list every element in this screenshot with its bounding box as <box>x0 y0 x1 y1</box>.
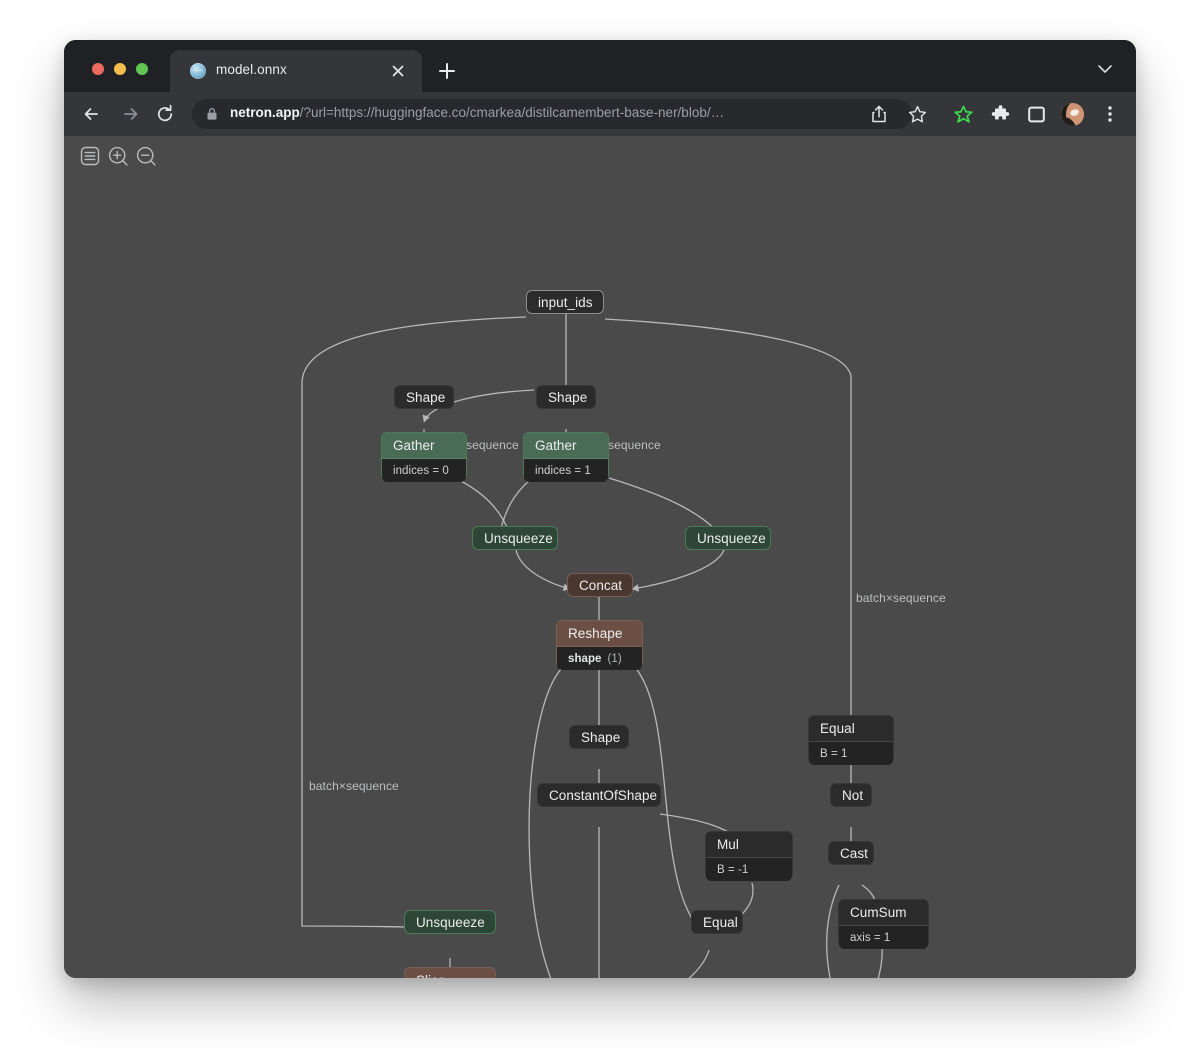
node-title: Equal <box>809 716 893 742</box>
edge-label: batch×sequence <box>309 779 399 793</box>
browser-tab[interactable]: model.onnx <box>170 50 422 92</box>
node-attribute: indices = 1 <box>524 459 608 482</box>
share-icon[interactable] <box>870 104 888 124</box>
chevron-down-icon[interactable] <box>1096 62 1114 76</box>
graph-node-mul-middle[interactable]: Mul B = -1 <box>705 831 793 881</box>
node-title: Gather <box>524 433 608 459</box>
edge-label: batch×sequence <box>856 591 946 605</box>
graph-node-reshape[interactable]: Reshape shape (1) <box>556 620 643 670</box>
graph-node-cumsum[interactable]: CumSum axis = 1 <box>838 899 929 949</box>
graph-node-input_ids[interactable]: input_ids <box>526 290 604 314</box>
browser-window: model.onnx netron.app/?url=https://huggi… <box>64 40 1136 978</box>
window-close-button[interactable] <box>92 63 104 75</box>
node-attribute-name: shape <box>568 652 602 665</box>
node-title: Unsqueeze <box>697 530 766 546</box>
avatar[interactable] <box>1061 103 1084 126</box>
graph-node-shape-right[interactable]: Shape <box>536 385 596 409</box>
graph-node-concat[interactable]: Concat <box>567 573 633 597</box>
lock-icon <box>206 107 218 121</box>
node-attribute: axis = 1 <box>839 926 928 949</box>
url-host: netron.app <box>230 105 300 120</box>
puzzle-extension-icon[interactable] <box>991 105 1010 124</box>
forward-arrow-icon[interactable] <box>118 101 144 127</box>
window-maximize-button[interactable] <box>136 63 148 75</box>
graph-node-gather-right[interactable]: Gather indices = 1 <box>523 432 609 482</box>
kebab-menu-icon[interactable] <box>1100 103 1120 125</box>
node-title: ConstantOfShape <box>549 787 658 803</box>
node-title: Mul <box>706 832 792 858</box>
node-attribute: shape (1) <box>557 647 642 670</box>
node-title: Unsqueeze <box>416 914 485 930</box>
graph-node-shape-middle[interactable]: Shape <box>569 725 629 749</box>
node-title: Reshape <box>557 621 642 647</box>
graph-node-cast[interactable]: Cast <box>828 841 874 865</box>
tab-strip: model.onnx <box>64 40 1136 92</box>
star-icon[interactable] <box>908 105 927 124</box>
node-title: Shape <box>548 389 588 405</box>
node-attribute-shape: (1) <box>607 652 622 665</box>
graph-node-equal-right[interactable]: Equal B = 1 <box>808 715 894 765</box>
graph-node-unsqueeze-right[interactable]: Unsqueeze <box>685 526 771 550</box>
node-title: CumSum <box>839 900 928 926</box>
green-star-extension-icon[interactable] <box>954 105 973 124</box>
address-bar[interactable]: netron.app/?url=https://huggingface.co/c… <box>192 99 912 129</box>
node-title: input_ids <box>538 294 593 310</box>
graph-node-unsqueeze-left[interactable]: Unsqueeze <box>472 526 558 550</box>
node-title: Cast <box>840 845 868 861</box>
graph-node-unsqueeze-bottom-left[interactable]: Unsqueeze <box>404 910 496 934</box>
node-title: Gather <box>382 433 466 459</box>
graph-node-not[interactable]: Not <box>830 783 872 807</box>
node-title: Equal <box>703 914 738 930</box>
node-title: Shape <box>581 729 621 745</box>
node-title: Shape <box>406 389 446 405</box>
graph-edges <box>301 314 883 978</box>
node-attribute: B = 1 <box>809 742 893 765</box>
back-arrow-icon[interactable] <box>79 101 105 127</box>
netron-favicon-icon <box>190 63 206 79</box>
graph-node-gather-left[interactable]: Gather indices = 0 <box>381 432 467 482</box>
browser-toolbar: netron.app/?url=https://huggingface.co/c… <box>64 92 1136 137</box>
node-title: Unsqueeze <box>484 530 553 546</box>
side-panel-icon[interactable] <box>1027 105 1046 124</box>
node-title: Slice <box>405 968 495 978</box>
tab-title: model.onnx <box>216 62 287 77</box>
node-attribute: indices = 0 <box>382 459 466 482</box>
netron-graph-canvas[interactable]: batch×sequence batch×sequence batch×sequ… <box>64 136 1136 978</box>
node-title: Not <box>842 787 864 803</box>
window-minimize-button[interactable] <box>114 63 126 75</box>
graph-node-shape-left[interactable]: Shape <box>394 385 454 409</box>
node-attribute: B = -1 <box>706 858 792 881</box>
new-tab-button[interactable] <box>436 60 458 82</box>
graph-node-constantofshape[interactable]: ConstantOfShape <box>537 783 661 807</box>
url-text: netron.app/?url=https://huggingface.co/c… <box>230 105 724 120</box>
reload-icon[interactable] <box>152 101 178 127</box>
close-icon[interactable] <box>388 61 408 81</box>
graph-node-slice[interactable]: Slice data (1×514) starts (1) <box>404 967 496 978</box>
node-title: Concat <box>579 577 623 593</box>
url-path: /?url=https://huggingface.co/cmarkea/dis… <box>299 105 725 120</box>
graph-node-equal-middle[interactable]: Equal <box>691 910 743 934</box>
